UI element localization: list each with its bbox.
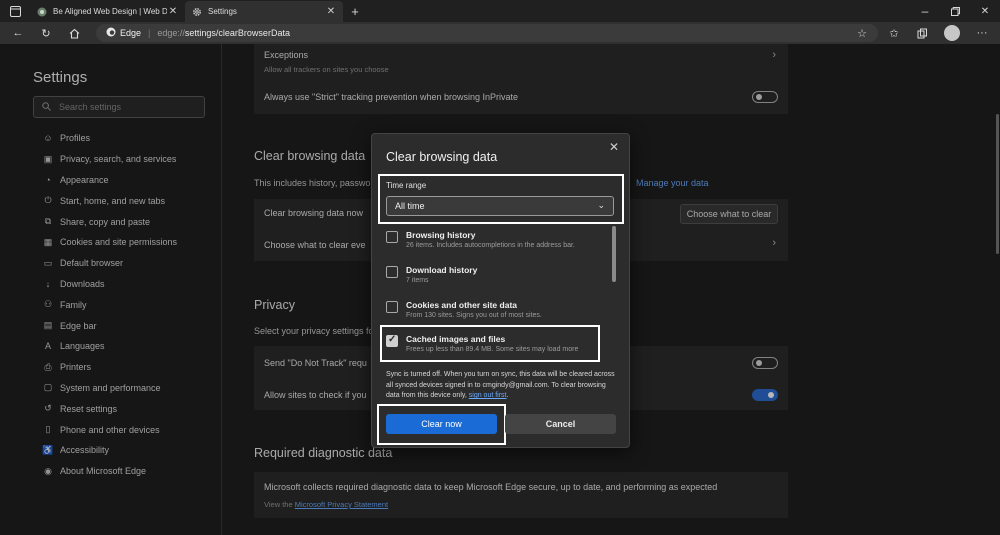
refresh-icon[interactable]: ↻ xyxy=(38,25,54,41)
time-range-value: All time xyxy=(395,201,425,211)
option-sub: From 130 sites. Signs you out of most si… xyxy=(406,312,542,319)
address-path: settings/clearBrowserData xyxy=(184,28,290,38)
time-range-label: Time range xyxy=(386,181,427,190)
navigation-bar: ← ↻ Edge | edge:// settings/clearBrowser… xyxy=(0,22,1000,44)
restore-icon[interactable] xyxy=(948,4,962,18)
edge-logo-icon xyxy=(106,27,116,39)
tab-label: Settings xyxy=(208,7,237,16)
add-favorite-icon[interactable]: ☆ xyxy=(854,25,870,41)
profile-avatar[interactable] xyxy=(944,25,960,41)
dialog-title: Clear browsing data xyxy=(386,150,498,164)
option-cached-images[interactable]: Cached images and files Frees up less th… xyxy=(386,334,611,364)
more-menu-icon[interactable]: ··· xyxy=(974,25,990,41)
close-tab-icon[interactable]: ✕ xyxy=(325,6,337,17)
site-favicon-icon xyxy=(36,6,47,17)
new-tab-icon[interactable]: + xyxy=(348,4,362,19)
download-history-checkbox[interactable] xyxy=(386,266,398,278)
option-sub: 26 items. Includes autocompletions in th… xyxy=(406,242,575,249)
sign-out-link[interactable]: sign out first xyxy=(469,392,507,399)
option-sub: 7 items xyxy=(406,277,429,284)
cached-images-checkbox[interactable] xyxy=(386,334,398,347)
tab-be-aligned[interactable]: Be Aligned Web Design | Web D ✕ xyxy=(30,1,185,22)
option-title: Download history xyxy=(406,265,478,275)
clear-now-button[interactable]: Clear now xyxy=(386,414,497,434)
options-scrollbar[interactable] xyxy=(612,226,616,282)
tab-settings[interactable]: Settings ✕ xyxy=(185,1,343,22)
option-sub: Frees up less than 89.4 MB. Some sites m… xyxy=(406,346,579,353)
minimize-icon[interactable]: – xyxy=(918,4,932,18)
address-brand: Edge xyxy=(120,28,142,38)
option-browsing-history[interactable]: Browsing history 26 items. Includes auto… xyxy=(386,230,611,260)
clear-browsing-dialog: Clear browsing data ✕ Time range All tim… xyxy=(371,133,630,448)
home-icon[interactable] xyxy=(66,25,82,41)
option-title: Browsing history xyxy=(406,230,476,240)
option-title: Cached images and files xyxy=(406,334,506,344)
collections-icon[interactable] xyxy=(914,25,930,41)
address-scheme: edge:// xyxy=(157,28,185,38)
tab-actions-icon[interactable] xyxy=(8,4,22,18)
cookies-checkbox[interactable] xyxy=(386,301,398,313)
gear-icon xyxy=(191,6,202,17)
browsing-history-checkbox[interactable] xyxy=(386,231,398,243)
close-icon[interactable]: ✕ xyxy=(609,140,619,154)
favorites-icon[interactable]: ✩ xyxy=(886,25,902,41)
cancel-button[interactable]: Cancel xyxy=(505,414,616,434)
tab-label: Be Aligned Web Design | Web D xyxy=(53,7,167,16)
chevron-down-icon: ⌄ xyxy=(597,200,605,210)
title-bar: Be Aligned Web Design | Web D ✕ Settings… xyxy=(0,0,1000,22)
option-download-history[interactable]: Download history 7 items xyxy=(386,265,611,295)
address-separator: | xyxy=(148,28,151,38)
sync-note-end: . xyxy=(506,392,509,399)
close-window-icon[interactable]: ✕ xyxy=(978,4,992,18)
option-title: Cookies and other site data xyxy=(406,300,517,310)
address-bar[interactable]: Edge | edge:// settings/clearBrowserData xyxy=(96,24,878,42)
back-icon[interactable]: ← xyxy=(10,25,26,41)
time-range-select[interactable]: All time ⌄ xyxy=(386,196,614,216)
sync-note: Sync is turned off. When you turn on syn… xyxy=(386,370,618,402)
close-tab-icon[interactable]: ✕ xyxy=(167,6,179,17)
